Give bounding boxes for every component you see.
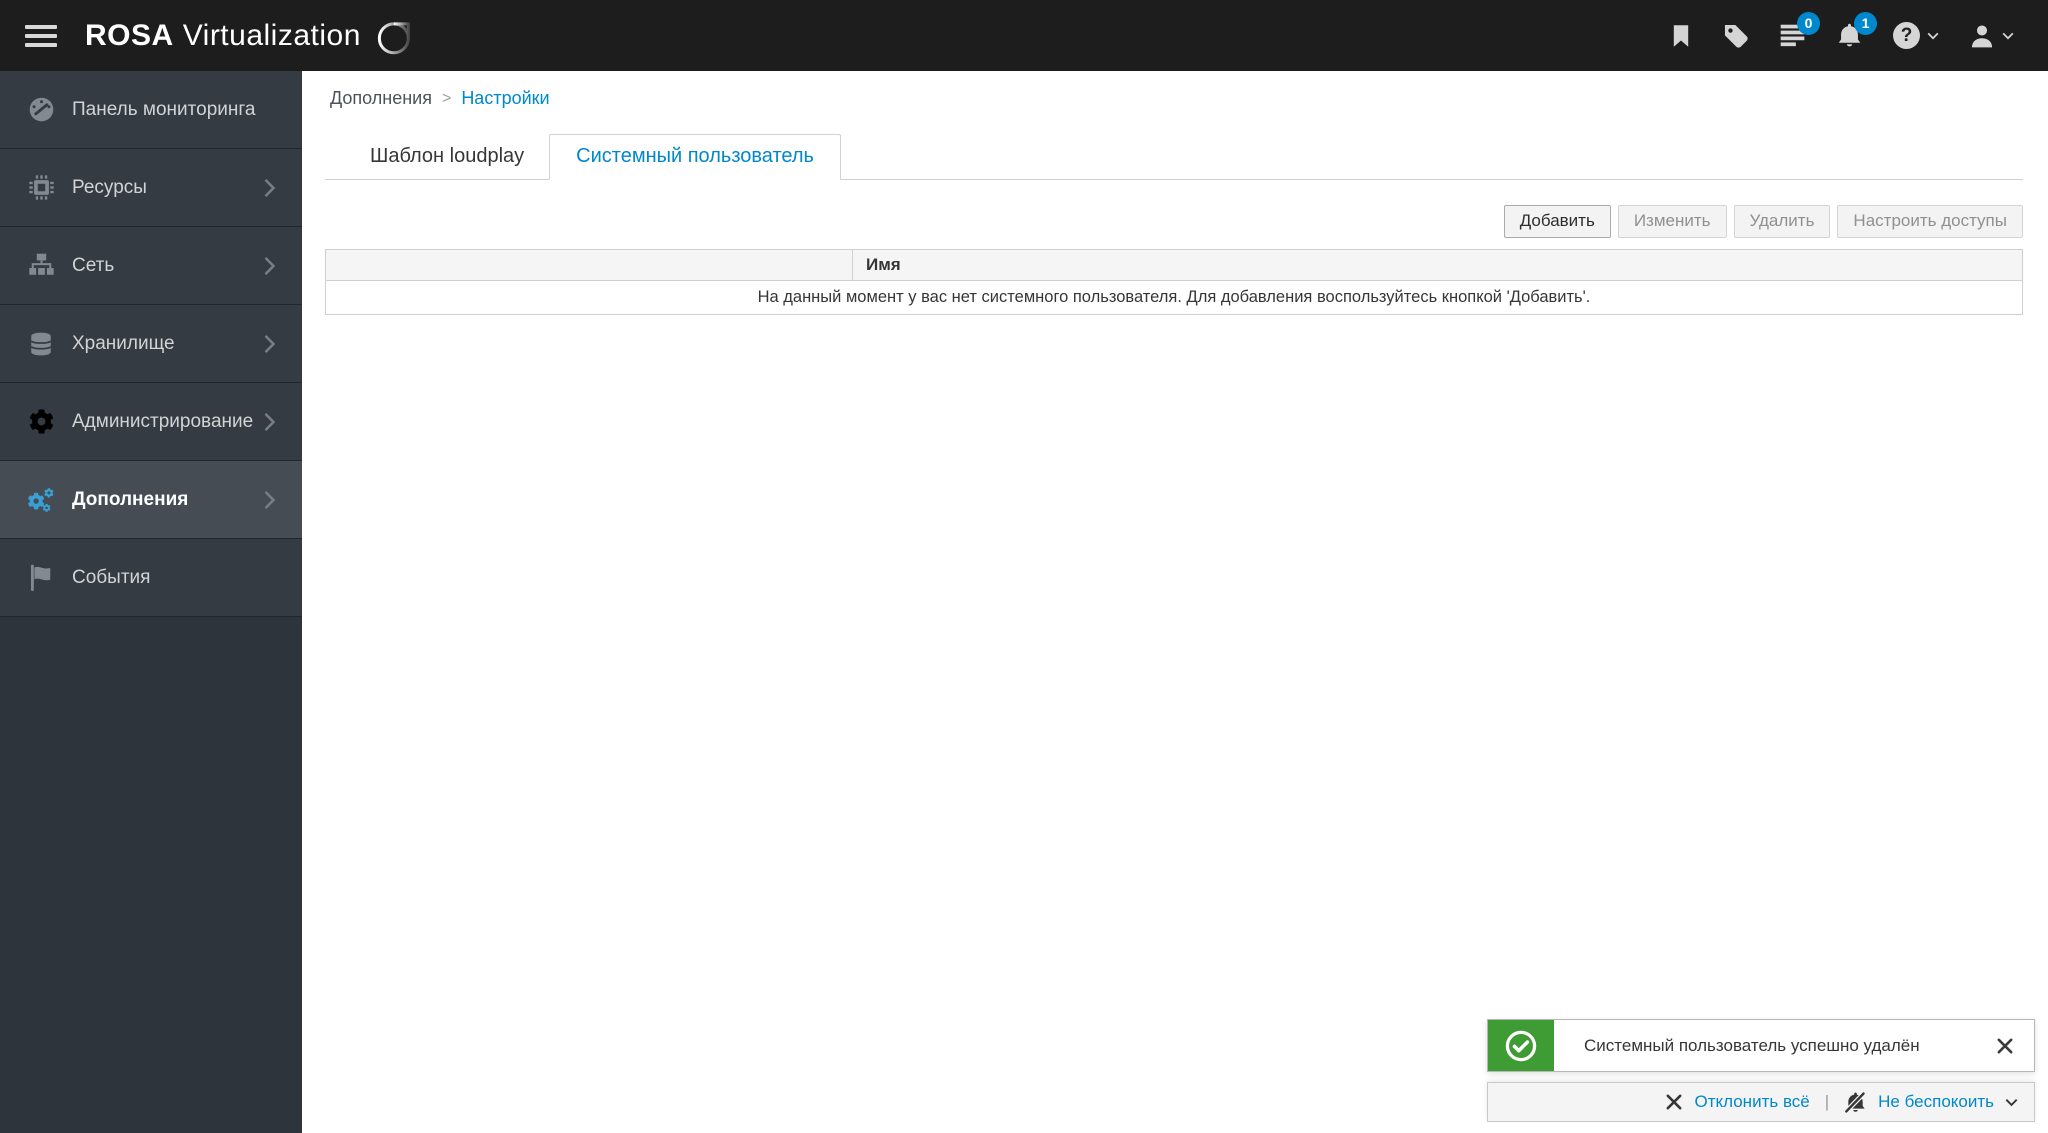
main-content: Дополнения > Настройки Шаблон loudplay С… (302, 71, 2048, 1133)
sidebar-item-label: Администрирование (72, 410, 254, 432)
toast-close-button[interactable] (1976, 1020, 2034, 1071)
toast-message: Системный пользователь успешно удалён (1584, 1035, 1920, 1055)
notification-bar: Отклонить всё | Не беспокоить (1487, 1082, 2035, 1122)
help-icon: ? (1893, 22, 1920, 49)
breadcrumb-link-settings[interactable]: Настройки (461, 88, 549, 109)
notifications-bell-icon[interactable]: 1 (1836, 12, 1877, 49)
bell-slash-icon[interactable] (1844, 1091, 1867, 1114)
brand-name-bold: ROSA (85, 18, 174, 52)
sidebar-item-label: Сеть (72, 254, 115, 276)
help-menu-button[interactable]: ? (1893, 22, 1939, 49)
toast-status-block (1488, 1020, 1554, 1071)
tags-icon[interactable] (1723, 23, 1749, 49)
sidebar-item-label: Панель мониторинга (72, 98, 256, 120)
dismiss-all-link[interactable]: Отклонить всё (1694, 1092, 1809, 1112)
hamburger-bar (25, 42, 57, 47)
rosa-logo-icon (377, 21, 410, 54)
system-user-table: Имя На данный момент у вас нет системног… (325, 249, 2023, 315)
brand-name-rest: Virtualization (182, 18, 361, 52)
chevron-right-icon (263, 490, 276, 510)
sidebar-item-label: События (72, 566, 151, 588)
masthead-actions: 0 1 ? (1669, 12, 2048, 49)
sidebar-item-label: Ресурсы (72, 176, 147, 198)
sidebar-item-storage[interactable]: Хранилище (0, 305, 302, 383)
sidebar-item-administration[interactable]: Администрирование (0, 383, 302, 461)
breadcrumb: Дополнения > Настройки (330, 88, 2023, 109)
sidebar-item-addons[interactable]: Дополнения (0, 461, 302, 539)
do-not-disturb-link[interactable]: Не беспокоить (1878, 1092, 1994, 1112)
close-icon (1996, 1037, 2014, 1055)
sidebar-item-compute[interactable]: Ресурсы (0, 149, 302, 227)
action-toolbar: Добавить Изменить Удалить Настроить дост… (325, 205, 2023, 238)
sidebar-item-network[interactable]: Сеть (0, 227, 302, 305)
dismiss-all-icon[interactable] (1665, 1093, 1683, 1111)
tasks-count-badge: 0 (1797, 12, 1820, 35)
edit-button[interactable]: Изменить (1617, 205, 1727, 238)
sidebar-item-label: Дополнения (72, 488, 189, 510)
chevron-right-icon (263, 178, 276, 198)
administration-icon (26, 409, 56, 434)
table-empty-message: На данный момент у вас нет системного по… (757, 288, 1591, 306)
chevron-right-icon (263, 334, 276, 354)
table-header-row: Имя (326, 250, 2022, 281)
tab-system-user[interactable]: Системный пользователь (549, 134, 841, 180)
permissions-button[interactable]: Настроить доступы (1837, 205, 2023, 238)
user-menu-button[interactable] (1969, 23, 2014, 49)
chevron-down-icon[interactable] (2005, 1098, 2018, 1107)
hamburger-bar (25, 24, 57, 29)
chevron-down-icon (1927, 32, 1939, 40)
sidebar-nav: Панель мониторинга Ресурсы Сеть Хранилищ… (0, 71, 302, 1133)
tab-template-loudplay[interactable]: Шаблон loudplay (345, 135, 549, 179)
hamburger-bar (25, 33, 57, 38)
success-toast: Системный пользователь успешно удалён (1487, 1019, 2035, 1072)
table-header-name-column: Имя (866, 255, 901, 274)
tab-bar: Шаблон loudplay Системный пользователь (325, 134, 2023, 180)
sidebar-item-events[interactable]: События (0, 539, 302, 617)
add-button[interactable]: Добавить (1503, 205, 1611, 238)
masthead: ROSA Virtualization 0 1 ? (0, 0, 2048, 71)
events-icon (26, 564, 56, 591)
remove-button[interactable]: Удалить (1733, 205, 1831, 238)
chevron-down-icon (2002, 32, 2014, 40)
notification-bar-separator: | (1824, 1092, 1830, 1111)
alerts-count-badge: 1 (1854, 12, 1877, 35)
sidebar-item-label: Хранилище (72, 332, 175, 354)
check-circle-icon (1504, 1029, 1538, 1063)
storage-icon (26, 331, 56, 357)
brand: ROSA Virtualization (85, 14, 415, 58)
table-header-spacer-column (326, 250, 853, 280)
menu-toggle-button[interactable] (25, 20, 57, 52)
chevron-right-icon (263, 412, 276, 432)
tasks-icon[interactable]: 0 (1779, 12, 1820, 49)
chevron-right-icon (263, 256, 276, 276)
bookmark-icon[interactable] (1669, 24, 1693, 48)
dashboard-icon (26, 96, 56, 123)
breadcrumb-separator: > (441, 89, 452, 107)
compute-icon (26, 174, 56, 201)
breadcrumb-parent: Дополнения (330, 88, 432, 108)
sidebar-item-dashboard[interactable]: Панель мониторинга (0, 71, 302, 149)
addons-icon (26, 483, 56, 517)
network-icon (26, 252, 56, 279)
